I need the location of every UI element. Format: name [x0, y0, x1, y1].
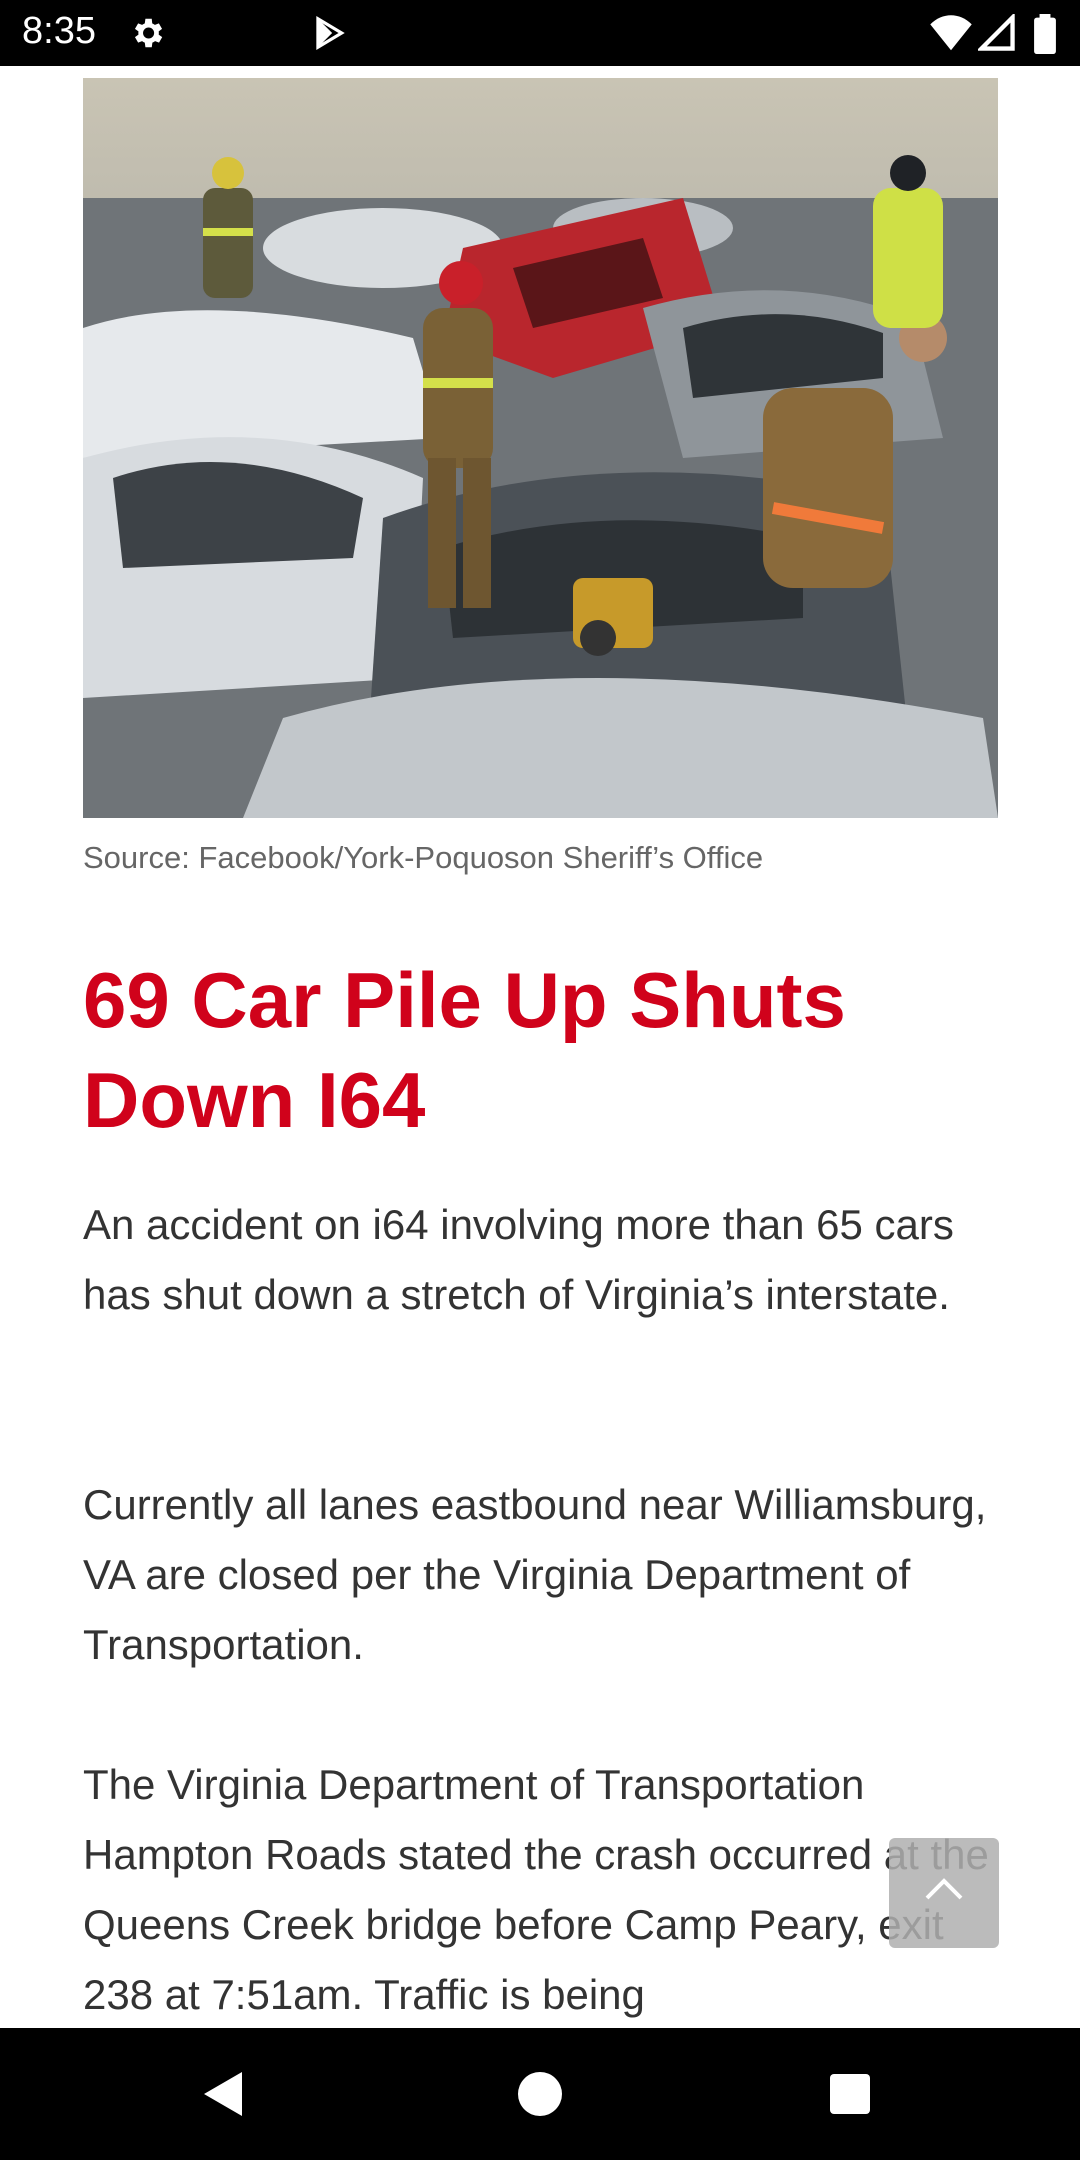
article-paragraph-3: The Virginia Department of Transportatio… — [83, 1761, 989, 2018]
chevron-up-icon — [924, 1876, 964, 1907]
article-title: 69 Car Pile Up Shuts Down I64 — [83, 956, 846, 1144]
status-time: 8:35 — [22, 10, 96, 52]
recents-icon[interactable] — [820, 2064, 880, 2124]
article-photo — [83, 78, 998, 818]
article-paragraph-2: Currently all lanes eastbound near Willi… — [83, 1481, 987, 1668]
battery-icon — [1034, 14, 1056, 59]
article-paragraph-1: An accident on i64 involving more than 6… — [83, 1201, 954, 1318]
home-icon[interactable] — [510, 2064, 570, 2124]
status-bar: 8:35 — [0, 0, 1080, 66]
gear-icon — [128, 14, 166, 57]
back-to-top-button[interactable] — [889, 1838, 999, 1948]
back-icon[interactable] — [196, 2064, 256, 2124]
signal-icon — [976, 12, 1016, 57]
play-store-icon — [310, 14, 348, 57]
photo-caption: Source: Facebook/York-Poquoson Sheriff’s… — [83, 840, 764, 875]
system-nav-bar — [0, 2028, 1080, 2160]
wifi-icon — [930, 14, 972, 57]
